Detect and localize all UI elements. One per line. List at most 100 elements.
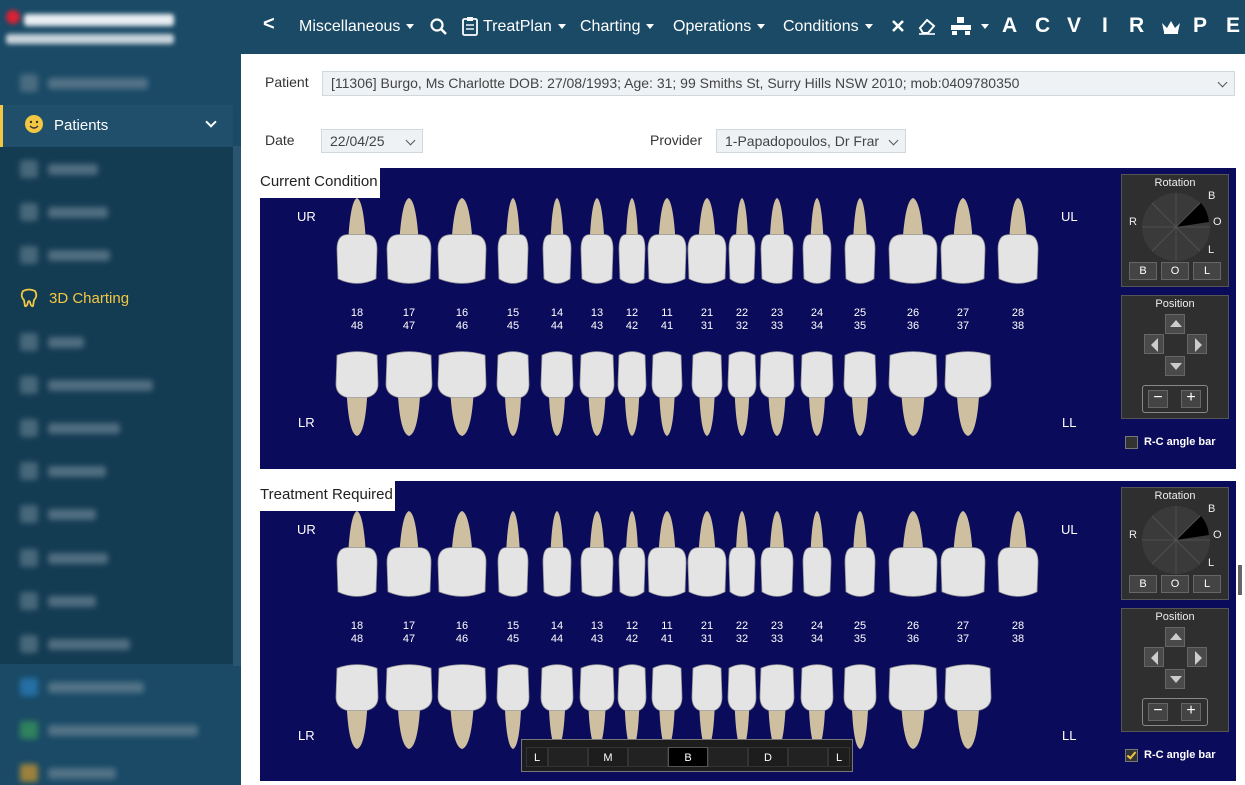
bridge-caret-icon[interactable]: [981, 24, 989, 29]
tooth-number-upper[interactable]: 24: [803, 620, 831, 633]
tooth-image[interactable]: [494, 348, 532, 438]
tooth-image[interactable]: [942, 661, 994, 751]
tooth-number-lower[interactable]: 41: [653, 320, 681, 333]
tooth-image[interactable]: [334, 196, 380, 288]
tooth-number-lower[interactable]: 42: [618, 320, 646, 333]
surface-blank[interactable]: [788, 747, 828, 767]
toolbar-letter-r[interactable]: R: [1129, 14, 1144, 38]
tooth-number-lower[interactable]: 31: [693, 633, 721, 646]
tooth-image[interactable]: [383, 661, 435, 751]
tooth-image[interactable]: [938, 509, 988, 601]
rc-angle-bar-checkbox[interactable]: [1125, 749, 1138, 762]
tooth-number-lower[interactable]: 33: [763, 633, 791, 646]
tooth-number-upper[interactable]: 25: [846, 620, 874, 633]
menu-miscellaneous[interactable]: Miscellaneous: [299, 17, 415, 37]
tooth-image[interactable]: [758, 196, 796, 288]
rotate-occlusal-button[interactable]: O: [1161, 575, 1189, 593]
sidebar-item-charting[interactable]: [0, 234, 233, 277]
tooth-number-lower[interactable]: 47: [395, 633, 423, 646]
menu-operations[interactable]: Operations: [673, 17, 766, 37]
tooth-number-upper[interactable]: 15: [499, 307, 527, 320]
tooth-number-upper[interactable]: 24: [803, 307, 831, 320]
toolbar-letter-v[interactable]: V: [1067, 14, 1081, 38]
tooth-number-upper[interactable]: 22: [728, 620, 756, 633]
tooth-image[interactable]: [435, 661, 489, 751]
rotate-occlusal-button[interactable]: O: [1161, 262, 1189, 280]
toolbar-letter-p[interactable]: P: [1193, 14, 1207, 38]
tooth-image[interactable]: [540, 196, 574, 288]
tooth-image[interactable]: [798, 348, 836, 438]
tooth-image[interactable]: [333, 661, 381, 751]
tooth-number-lower[interactable]: 36: [899, 633, 927, 646]
tooth-image[interactable]: [725, 348, 759, 438]
surface-distal[interactable]: D: [748, 747, 788, 767]
arrow-up-icon[interactable]: [1165, 627, 1185, 647]
tooth-image[interactable]: [758, 509, 796, 601]
tooth-number-upper[interactable]: 26: [899, 307, 927, 320]
tooth-image[interactable]: [435, 348, 489, 438]
tooth-number-lower[interactable]: 44: [543, 633, 571, 646]
surface-selector[interactable]: L M B D L: [521, 739, 853, 772]
tooth-image[interactable]: [615, 348, 649, 438]
surface-lingual-right[interactable]: L: [828, 747, 850, 767]
tooth-image[interactable]: [615, 661, 649, 751]
tooth-number-upper[interactable]: 13: [583, 620, 611, 633]
tooth-image[interactable]: [495, 196, 531, 288]
tooth-number-upper[interactable]: 25: [846, 307, 874, 320]
tooth-number-lower[interactable]: 44: [543, 320, 571, 333]
tooth-number-upper[interactable]: 27: [949, 620, 977, 633]
tooth-number-upper[interactable]: 14: [543, 307, 571, 320]
close-icon[interactable]: [891, 19, 905, 33]
tooth-number-lower[interactable]: 33: [763, 320, 791, 333]
tooth-image[interactable]: [886, 509, 940, 601]
tooth-image[interactable]: [538, 661, 576, 751]
tooth-number-upper[interactable]: 21: [693, 307, 721, 320]
arrow-down-icon[interactable]: [1165, 669, 1185, 689]
tooth-number-upper[interactable]: 18: [343, 307, 371, 320]
tooth-number-lower[interactable]: 34: [803, 633, 831, 646]
tooth-image[interactable]: [645, 196, 689, 288]
tooth-image[interactable]: [886, 196, 940, 288]
tooth-image[interactable]: [798, 661, 836, 751]
tooth-number-upper[interactable]: 21: [693, 620, 721, 633]
tooth-number-upper[interactable]: 23: [763, 307, 791, 320]
zoom-in-icon[interactable]: +: [1181, 703, 1201, 721]
sidebar-item-receipts[interactable]: [0, 537, 233, 580]
sidebar-scrollbar[interactable]: [233, 146, 241, 666]
arrow-down-icon[interactable]: [1165, 356, 1185, 376]
toolbar-letter-i[interactable]: I: [1102, 14, 1108, 38]
surface-blank[interactable]: [548, 747, 588, 767]
toolbar-letter-a[interactable]: A: [1002, 14, 1017, 38]
tooth-number-lower[interactable]: 42: [618, 633, 646, 646]
toolbar-letter-c[interactable]: C: [1035, 14, 1050, 38]
tooth-image[interactable]: [726, 196, 758, 288]
tooth-image[interactable]: [685, 196, 729, 288]
tooth-image[interactable]: [645, 509, 689, 601]
tooth-image[interactable]: [383, 348, 435, 438]
arrow-right-icon[interactable]: [1187, 334, 1207, 354]
tooth-image[interactable]: [689, 661, 725, 751]
bridge-icon[interactable]: [950, 16, 972, 36]
tooth-image[interactable]: [689, 348, 725, 438]
tooth-number-upper[interactable]: 28: [1004, 307, 1032, 320]
zoom-out-icon[interactable]: −: [1148, 703, 1168, 721]
sidebar-item-patients-list[interactable]: [0, 191, 233, 234]
zoom-out-icon[interactable]: −: [1148, 390, 1168, 408]
tooth-number-upper[interactable]: 26: [899, 620, 927, 633]
sidebar-item-treatment-plan[interactable]: [0, 364, 233, 407]
tooth-number-lower[interactable]: 46: [448, 633, 476, 646]
toolbar-letter-e[interactable]: E: [1226, 14, 1240, 38]
tooth-image[interactable]: [578, 196, 616, 288]
tooth-image[interactable]: [841, 348, 879, 438]
surface-lingual-left[interactable]: L: [526, 747, 548, 767]
rc-angle-bar-checkbox[interactable]: [1125, 436, 1138, 449]
tooth-number-lower[interactable]: 35: [846, 633, 874, 646]
tooth-image[interactable]: [435, 509, 489, 601]
tooth-number-lower[interactable]: 45: [499, 320, 527, 333]
tooth-image[interactable]: [578, 509, 616, 601]
rotation-wheel[interactable]: [1141, 505, 1211, 575]
tooth-number-upper[interactable]: 22: [728, 307, 756, 320]
rotate-buccal-button[interactable]: B: [1129, 262, 1157, 280]
surface-blank[interactable]: [628, 747, 668, 767]
tooth-image[interactable]: [800, 509, 834, 601]
